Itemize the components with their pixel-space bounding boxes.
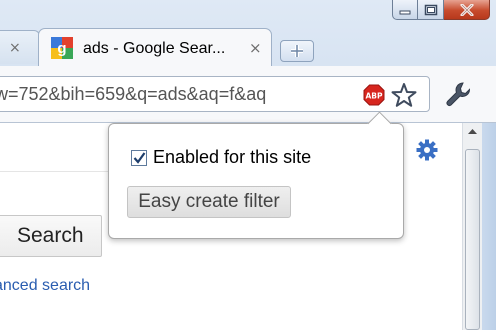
window-controls bbox=[392, 0, 490, 26]
search-button[interactable]: Search bbox=[0, 215, 102, 257]
scroll-up-arrow-icon[interactable] bbox=[463, 123, 482, 141]
tab-active[interactable]: g ads - Google Sear... × bbox=[38, 28, 272, 68]
toolbar: w=752&bih=659&q=ads&aq=f&aq ABP bbox=[0, 66, 496, 124]
browser-window-frame: × g ads - Google Sear... × w=752&bih=659… bbox=[0, 0, 496, 330]
window-border-right bbox=[482, 123, 496, 330]
google-favicon: g bbox=[51, 37, 73, 59]
divider bbox=[0, 171, 120, 172]
gear-icon[interactable] bbox=[416, 139, 438, 161]
minimize-button[interactable] bbox=[392, 0, 418, 20]
tab-close-icon[interactable]: × bbox=[249, 39, 262, 57]
enable-row[interactable]: Enabled for this site bbox=[131, 147, 311, 168]
new-tab-button[interactable] bbox=[280, 40, 314, 62]
tab-inactive[interactable]: × bbox=[0, 30, 40, 64]
enabled-checkbox-label[interactable]: Enabled for this site bbox=[153, 147, 311, 168]
maximize-icon bbox=[424, 4, 437, 15]
plus-icon bbox=[291, 45, 303, 57]
maximize-button[interactable] bbox=[418, 0, 444, 20]
advanced-search-link[interactable]: anced search bbox=[0, 277, 90, 295]
abp-icon[interactable]: ABP bbox=[363, 84, 385, 106]
address-bar[interactable]: w=752&bih=659&q=ads&aq=f&aq ABP bbox=[0, 76, 430, 112]
enabled-checkbox[interactable] bbox=[131, 149, 147, 166]
url-value: w=752&bih=659&q=ads&aq=f&aq bbox=[0, 84, 267, 104]
abp-icon-label: ABP bbox=[365, 92, 383, 101]
close-button[interactable] bbox=[444, 0, 490, 20]
close-icon bbox=[460, 3, 473, 16]
wrench-icon[interactable] bbox=[444, 80, 472, 108]
tab-close-icon[interactable]: × bbox=[9, 40, 21, 56]
star-icon[interactable] bbox=[391, 82, 417, 108]
abp-popup: Enabled for this site Easy create filter bbox=[108, 111, 404, 239]
easy-create-filter-button[interactable]: Easy create filter bbox=[127, 186, 291, 218]
tab-title: ads - Google Sear... bbox=[83, 40, 226, 57]
scroll-thumb[interactable] bbox=[465, 149, 480, 330]
vertical-scrollbar[interactable] bbox=[462, 123, 482, 330]
url-text[interactable]: w=752&bih=659&q=ads&aq=f&aq bbox=[0, 84, 361, 105]
checkmark-icon bbox=[133, 151, 146, 164]
svg-text:g: g bbox=[57, 40, 66, 57]
minimize-icon bbox=[399, 10, 411, 14]
